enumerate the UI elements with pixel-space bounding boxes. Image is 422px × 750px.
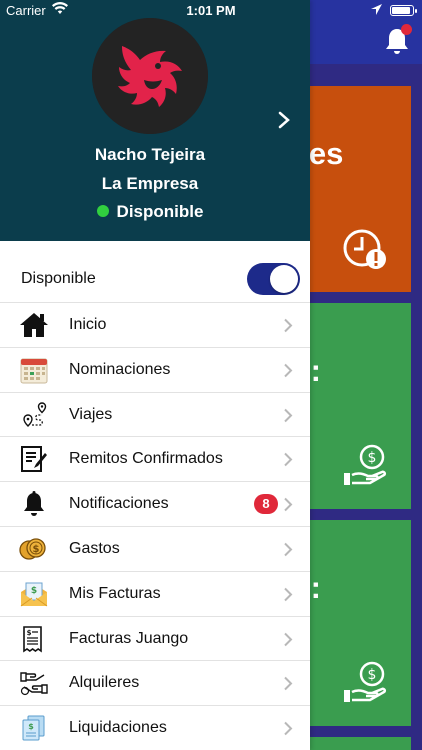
calendar-icon: [20, 358, 48, 384]
chevron-right-icon: [284, 721, 293, 736]
menu-item-label: Nominaciones: [69, 360, 171, 378]
clock: 1:01 PM: [186, 3, 236, 18]
svg-text:$: $: [28, 722, 34, 731]
documents-icon: $: [22, 715, 45, 741]
svg-text:$: $: [368, 667, 377, 683]
user-name: Nacho Tejeira: [94, 145, 206, 164]
svg-text:$: $: [33, 544, 40, 555]
menu-item-mis-facturas[interactable]: $ Mis Facturas: [0, 570, 310, 616]
menu-item-label: Inicio: [69, 316, 107, 333]
menu-item-label: Liquidaciones: [69, 719, 167, 737]
menu-item-gastos[interactable]: $ Gastos: [0, 525, 310, 571]
menu-item-notificaciones[interactable]: Notificaciones 8: [0, 481, 310, 526]
receipt-icon: $: [23, 625, 42, 653]
side-drawer: Nacho Tejeira La Empresa Disponible Disp…: [0, 0, 310, 750]
notification-dot: [401, 24, 412, 35]
chevron-right-icon: [284, 542, 293, 557]
menu-item-nominaciones[interactable]: Nominaciones: [0, 346, 310, 392]
menu-item-alquileres[interactable]: Alquileres: [0, 660, 310, 705]
header-notifications-bell-icon[interactable]: [382, 24, 412, 58]
chevron-right-icon: [284, 632, 293, 646]
battery-icon: [390, 5, 417, 16]
menu-item-label: Facturas Juango: [69, 629, 189, 647]
chevron-right-icon: [284, 587, 293, 601]
clock-alert-icon: [343, 229, 386, 269]
availability-toggle[interactable]: [247, 263, 300, 295]
svg-text:$: $: [368, 450, 377, 466]
lion-logo-icon: [92, 18, 208, 134]
invoice-envelope-icon: $: [20, 582, 48, 607]
svg-text:$: $: [27, 629, 32, 637]
menu-item-label: Alquileres: [69, 674, 140, 692]
chevron-right-icon: [284, 363, 293, 378]
menu-item-label: Gastos: [69, 539, 120, 557]
dashboard-tile-green[interactable]: [296, 737, 411, 750]
company-name: La Empresa: [101, 174, 199, 193]
dashboard-tile-green[interactable]: S: $: [296, 520, 411, 726]
chevron-right-icon: [284, 677, 293, 691]
location-arrow-icon: [371, 4, 382, 15]
menu-item-label: Mis Facturas: [69, 584, 161, 602]
dashboard-tile-orange[interactable]: nes: [296, 86, 411, 292]
home-icon: [20, 313, 48, 337]
notification-count-badge: 8: [254, 494, 278, 515]
profile-header[interactable]: Nacho Tejeira La Empresa Disponible: [0, 0, 310, 241]
chevron-right-icon: [284, 408, 293, 422]
dashboard-tile-green[interactable]: S: $: [296, 303, 411, 509]
menu-item-remitos-confirmados[interactable]: Remitos Confirmados: [0, 436, 310, 481]
chevron-right-icon: [284, 318, 293, 333]
menu-item-liquidaciones[interactable]: $ Liquidaciones: [0, 705, 310, 750]
menu-item-facturas-juango[interactable]: $ Facturas Juango: [0, 615, 310, 661]
availability-row: Disponible: [0, 254, 310, 302]
chevron-right-icon: [284, 453, 293, 467]
money-hand-icon: $: [344, 444, 387, 485]
status-indicator-dot: [96, 205, 109, 217]
route-pin-icon: [23, 401, 47, 427]
toggle-knob: [270, 265, 298, 293]
menu-item-label: Viajes: [69, 405, 113, 423]
availability-label: Disponible: [21, 270, 96, 287]
chevron-right-icon[interactable]: [276, 110, 292, 130]
menu-item-label: Remitos Confirmados: [69, 450, 223, 468]
avatar[interactable]: [92, 18, 208, 134]
document-pen-icon: [21, 446, 47, 473]
hand-exchange-icon: [20, 672, 48, 696]
menu-item-label: Notificaciones: [69, 495, 169, 513]
bell-icon: [24, 491, 44, 517]
chevron-right-icon: [284, 497, 293, 512]
money-hand-icon: $: [344, 661, 387, 702]
drawer-menu: Inicio Nominaciones Viajes Remitos Confi…: [0, 302, 310, 750]
status-bar: Carrier 1:01 PM: [0, 0, 422, 22]
user-status: Disponible: [0, 202, 300, 222]
user-status-label: Disponible: [116, 202, 204, 221]
menu-item-viajes[interactable]: Viajes: [0, 391, 310, 437]
svg-text:$: $: [31, 586, 37, 596]
coins-icon: $: [19, 538, 46, 560]
menu-item-inicio[interactable]: Inicio: [0, 302, 310, 347]
